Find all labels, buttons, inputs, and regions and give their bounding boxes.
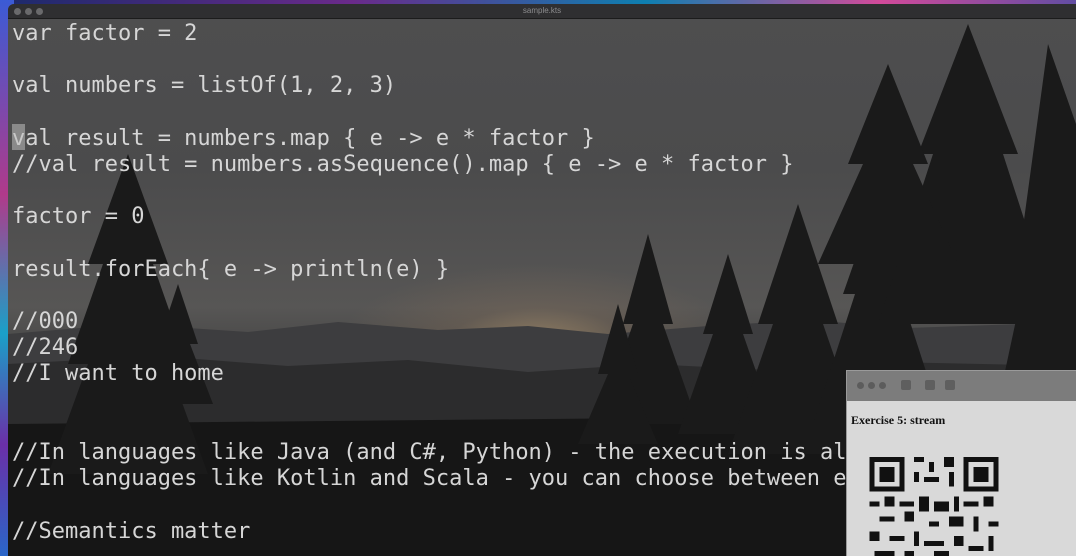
window-title: sample.kts [522, 6, 562, 15]
preview-heading: Exercise 5: stream [851, 413, 946, 427]
editor-window[interactable]: sample.kts var factor = 2 val numbers = l… [8, 4, 1076, 556]
code-line[interactable] [12, 100, 1019, 126]
code-line[interactable]: //246 [12, 335, 1019, 361]
text-cursor [12, 124, 25, 150]
code-line[interactable]: var factor = 2 [12, 21, 1019, 47]
zoom-window-icon[interactable] [879, 382, 886, 389]
code-line[interactable]: val result = numbers.map { e -> e * fact… [12, 126, 1019, 152]
zoom-out-icon[interactable] [925, 380, 935, 390]
qr-code-icon [869, 457, 999, 556]
minimize-window-icon[interactable] [868, 382, 875, 389]
code-line[interactable] [12, 231, 1019, 257]
code-line[interactable] [12, 47, 1019, 73]
code-line[interactable]: //val result = numbers.asSequence().map … [12, 152, 1019, 178]
code-line[interactable]: result.forEach{ e -> println(e) } [12, 257, 1019, 283]
close-window-icon[interactable] [857, 382, 864, 389]
code-line[interactable]: factor = 0 [12, 204, 1019, 230]
zoom-in-icon[interactable] [945, 380, 955, 390]
sidebar-toggle-icon[interactable] [901, 380, 911, 390]
window-titlebar[interactable]: sample.kts [8, 4, 1076, 19]
code-line[interactable] [12, 178, 1019, 204]
preview-titlebar[interactable] [847, 371, 1076, 401]
preview-window[interactable]: Exercise 5: stream [846, 370, 1076, 556]
code-line[interactable]: val numbers = listOf(1, 2, 3) [12, 73, 1019, 99]
code-line[interactable]: //000 [12, 309, 1019, 335]
code-line[interactable] [12, 283, 1019, 309]
